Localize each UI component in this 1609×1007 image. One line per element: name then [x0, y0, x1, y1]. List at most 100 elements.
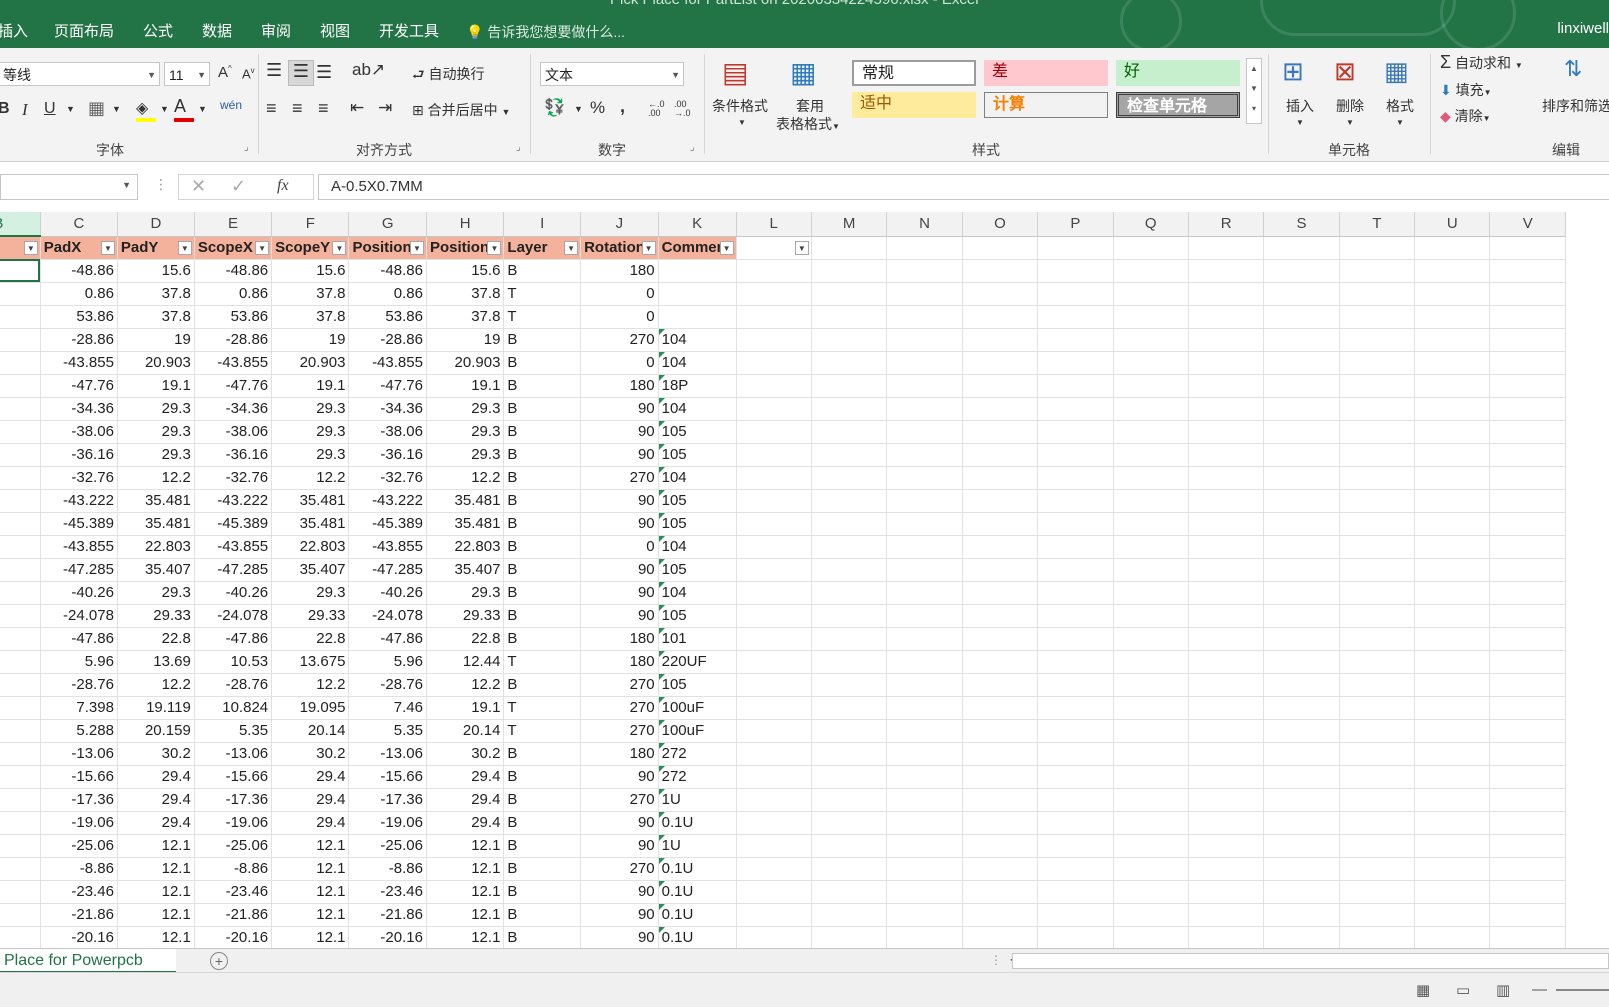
cell[interactable] [886, 512, 963, 536]
filter-dropdown-icon[interactable]: ▼ [487, 240, 502, 255]
cell[interactable] [811, 903, 888, 927]
align-center-icon[interactable]: ≡ [292, 98, 303, 119]
filter-dropdown-icon[interactable]: ▼ [719, 240, 734, 255]
cell[interactable]: 7.46 [348, 696, 427, 720]
cell[interactable] [1489, 581, 1566, 605]
column-header[interactable]: F [271, 212, 350, 237]
cell[interactable]: 29.3 [117, 397, 195, 421]
field-header[interactable]: Rotation ▼ [580, 236, 659, 260]
cell[interactable] [1339, 443, 1416, 467]
cell[interactable]: B [503, 604, 582, 628]
cell[interactable] [1037, 926, 1114, 948]
cell[interactable] [1113, 834, 1189, 858]
cell[interactable]: MMA [0, 696, 41, 720]
style-neutral[interactable]: 适中 [852, 92, 976, 118]
tab-insert[interactable]: 插入 [0, 20, 28, 41]
cell[interactable]: 22.8 [271, 627, 350, 651]
cell[interactable] [886, 351, 963, 375]
cell[interactable]: 12.2 [117, 466, 195, 490]
cell[interactable] [1188, 305, 1265, 329]
cell[interactable]: 12.1 [117, 903, 195, 927]
cell[interactable] [1263, 512, 1340, 536]
cell[interactable]: -19.06 [348, 811, 427, 835]
cell[interactable] [1188, 765, 1265, 789]
empty-cell[interactable] [962, 236, 1039, 260]
cell[interactable]: B [503, 420, 582, 444]
cell[interactable] [736, 259, 812, 283]
cell[interactable]: 90 [580, 420, 659, 444]
cell[interactable]: T [503, 719, 582, 743]
cell[interactable] [811, 259, 888, 283]
zoom-slider[interactable] [1556, 989, 1609, 991]
cell[interactable]: B [503, 880, 582, 904]
cell[interactable]: 180 [580, 259, 659, 283]
cell[interactable]: -40.26 [40, 581, 118, 605]
cell[interactable]: B [503, 811, 582, 835]
cell[interactable]: 29.3 [271, 420, 350, 444]
cell[interactable]: 3 [0, 627, 41, 651]
cell[interactable] [1339, 535, 1416, 559]
cell[interactable]: 37.8 [271, 282, 350, 306]
cell[interactable]: 29.4 [117, 788, 195, 812]
cell[interactable]: 3 [0, 443, 41, 467]
cell[interactable] [736, 282, 812, 306]
cell[interactable] [1414, 903, 1491, 927]
field-header[interactable]: al▼ [0, 236, 41, 260]
cell[interactable]: -38.06 [194, 420, 273, 444]
cell[interactable] [736, 558, 812, 582]
cell[interactable] [1188, 834, 1265, 858]
cell[interactable]: 100uF [658, 719, 737, 743]
cell[interactable]: -8.86 [194, 857, 273, 881]
cell[interactable] [1263, 397, 1340, 421]
column-header[interactable]: B [0, 212, 41, 237]
cell[interactable] [1263, 880, 1340, 904]
cell[interactable]: 10.53 [194, 650, 273, 674]
cell[interactable] [1414, 420, 1491, 444]
zoom-out-icon[interactable]: — [1532, 981, 1547, 998]
cell[interactable]: 29.3 [117, 420, 195, 444]
autosum-button[interactable]: Σ 自动求和 ▼ [1440, 52, 1523, 73]
cell[interactable]: 0.1U [658, 880, 737, 904]
cell[interactable] [1489, 811, 1566, 835]
chevron-down-icon[interactable]: ▼ [66, 104, 75, 114]
cell[interactable] [962, 627, 1039, 651]
field-header[interactable]: PadX ▼ [40, 236, 118, 260]
cell[interactable] [1339, 673, 1416, 697]
cell[interactable] [1188, 489, 1265, 513]
cell[interactable]: 270 [580, 857, 659, 881]
cell[interactable] [962, 489, 1039, 513]
cell[interactable]: 90 [580, 397, 659, 421]
cell[interactable] [962, 696, 1039, 720]
cell[interactable]: 90 [580, 880, 659, 904]
cell[interactable] [1339, 581, 1416, 605]
cell[interactable] [962, 374, 1039, 398]
column-header[interactable]: N [886, 212, 963, 237]
cell[interactable] [1489, 880, 1566, 904]
cell[interactable] [1113, 512, 1189, 536]
cell[interactable]: -38.06 [40, 420, 118, 444]
cell[interactable] [886, 627, 963, 651]
cell[interactable]: 29.4 [426, 788, 505, 812]
cell[interactable] [886, 696, 963, 720]
cell[interactable]: 180 [580, 627, 659, 651]
cell[interactable]: 12.1 [426, 857, 505, 881]
cell[interactable]: -21.86 [40, 903, 118, 927]
cell[interactable] [1414, 558, 1491, 582]
cell[interactable]: 104 [658, 535, 737, 559]
cell[interactable]: 3 [0, 581, 41, 605]
cell[interactable]: B [503, 903, 582, 927]
phonetic-button[interactable]: wén [220, 98, 242, 112]
cell[interactable]: T [503, 305, 582, 329]
cell[interactable]: -47.285 [194, 558, 273, 582]
cell[interactable] [962, 903, 1039, 927]
cell[interactable] [962, 535, 1039, 559]
cell[interactable] [1188, 696, 1265, 720]
cell[interactable]: 12.2 [426, 673, 505, 697]
column-header[interactable]: Q [1113, 212, 1189, 237]
cell[interactable]: -24.078 [348, 604, 427, 628]
cell[interactable]: 3 [0, 650, 41, 674]
filter-dropdown-icon[interactable]: ▼ [100, 240, 115, 255]
cell[interactable]: 3 [0, 765, 41, 789]
cell[interactable]: -21.86 [194, 903, 273, 927]
cell[interactable] [736, 374, 812, 398]
